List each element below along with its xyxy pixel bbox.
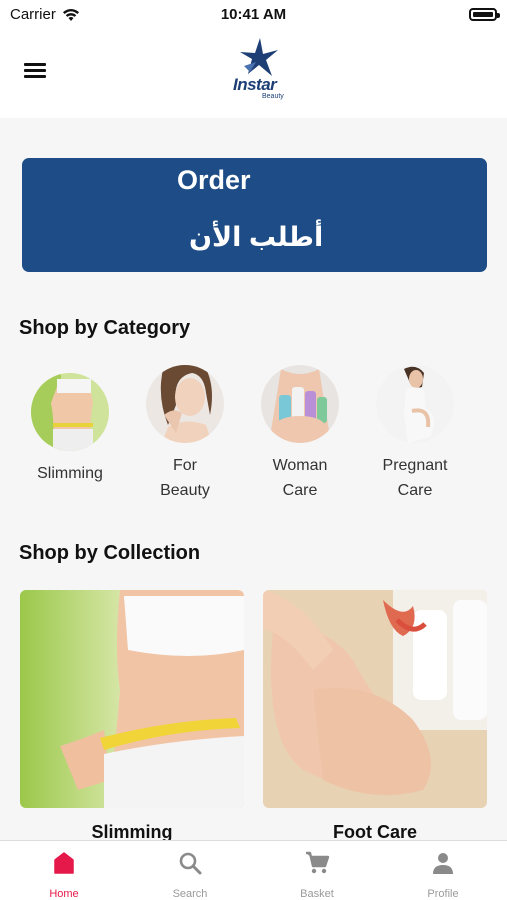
category-image xyxy=(261,365,339,443)
category-section-title: Shop by Category xyxy=(19,317,191,339)
tab-search[interactable]: Search xyxy=(127,841,253,900)
tab-label: Search xyxy=(172,888,208,900)
cart-icon xyxy=(306,851,330,874)
star-logo-icon xyxy=(240,38,278,76)
status-time: 10:41 AM xyxy=(220,6,287,23)
category-label: Slimming xyxy=(37,465,103,482)
category-pregnant-care[interactable]: Pregnant Care xyxy=(365,365,465,503)
menu-button[interactable] xyxy=(24,63,46,79)
logo-subtext: Beauty xyxy=(262,93,284,100)
collection-image xyxy=(263,590,487,808)
order-now-banner[interactable]: Order أطلب الأن xyxy=(22,158,487,272)
collection-section-title: Shop by Collection xyxy=(19,542,201,564)
status-bar: Carrier 10:41 AM xyxy=(0,0,507,30)
tab-basket[interactable]: Basket xyxy=(254,841,380,900)
category-label: Woman Care xyxy=(272,457,328,499)
order-label-ar: أطلب الأن xyxy=(189,222,324,252)
tab-profile[interactable]: Profile xyxy=(380,841,506,900)
app-header: Instar Beauty xyxy=(0,30,507,118)
tab-home[interactable]: Home xyxy=(1,841,127,900)
battery-icon xyxy=(469,8,500,21)
person-icon xyxy=(433,853,453,874)
category-image xyxy=(146,365,224,443)
category-woman-care[interactable]: Woman Care xyxy=(250,365,350,503)
collection-foot-care[interactable]: Foot Care xyxy=(263,590,487,843)
brand-logo: Instar Beauty xyxy=(226,36,290,102)
category-label: For Beauty xyxy=(160,457,210,499)
logo-text: Instar xyxy=(233,75,277,94)
home-icon xyxy=(54,852,74,874)
collection-image xyxy=(20,590,244,808)
category-image xyxy=(31,373,109,451)
bottom-tab-bar: Home Search Basket Profile xyxy=(0,840,507,900)
order-label-en: Order xyxy=(177,165,251,195)
category-for-beauty[interactable]: For Beauty xyxy=(135,365,235,503)
category-image xyxy=(376,365,454,443)
category-slimming[interactable]: Slimming xyxy=(20,373,120,486)
search-icon xyxy=(179,852,202,875)
tab-label: Basket xyxy=(300,888,334,900)
tab-label: Home xyxy=(49,888,79,900)
category-label: Pregnant Care xyxy=(382,457,448,499)
collection-slimming[interactable]: Slimming xyxy=(20,590,244,843)
tab-label: Profile xyxy=(427,888,459,900)
